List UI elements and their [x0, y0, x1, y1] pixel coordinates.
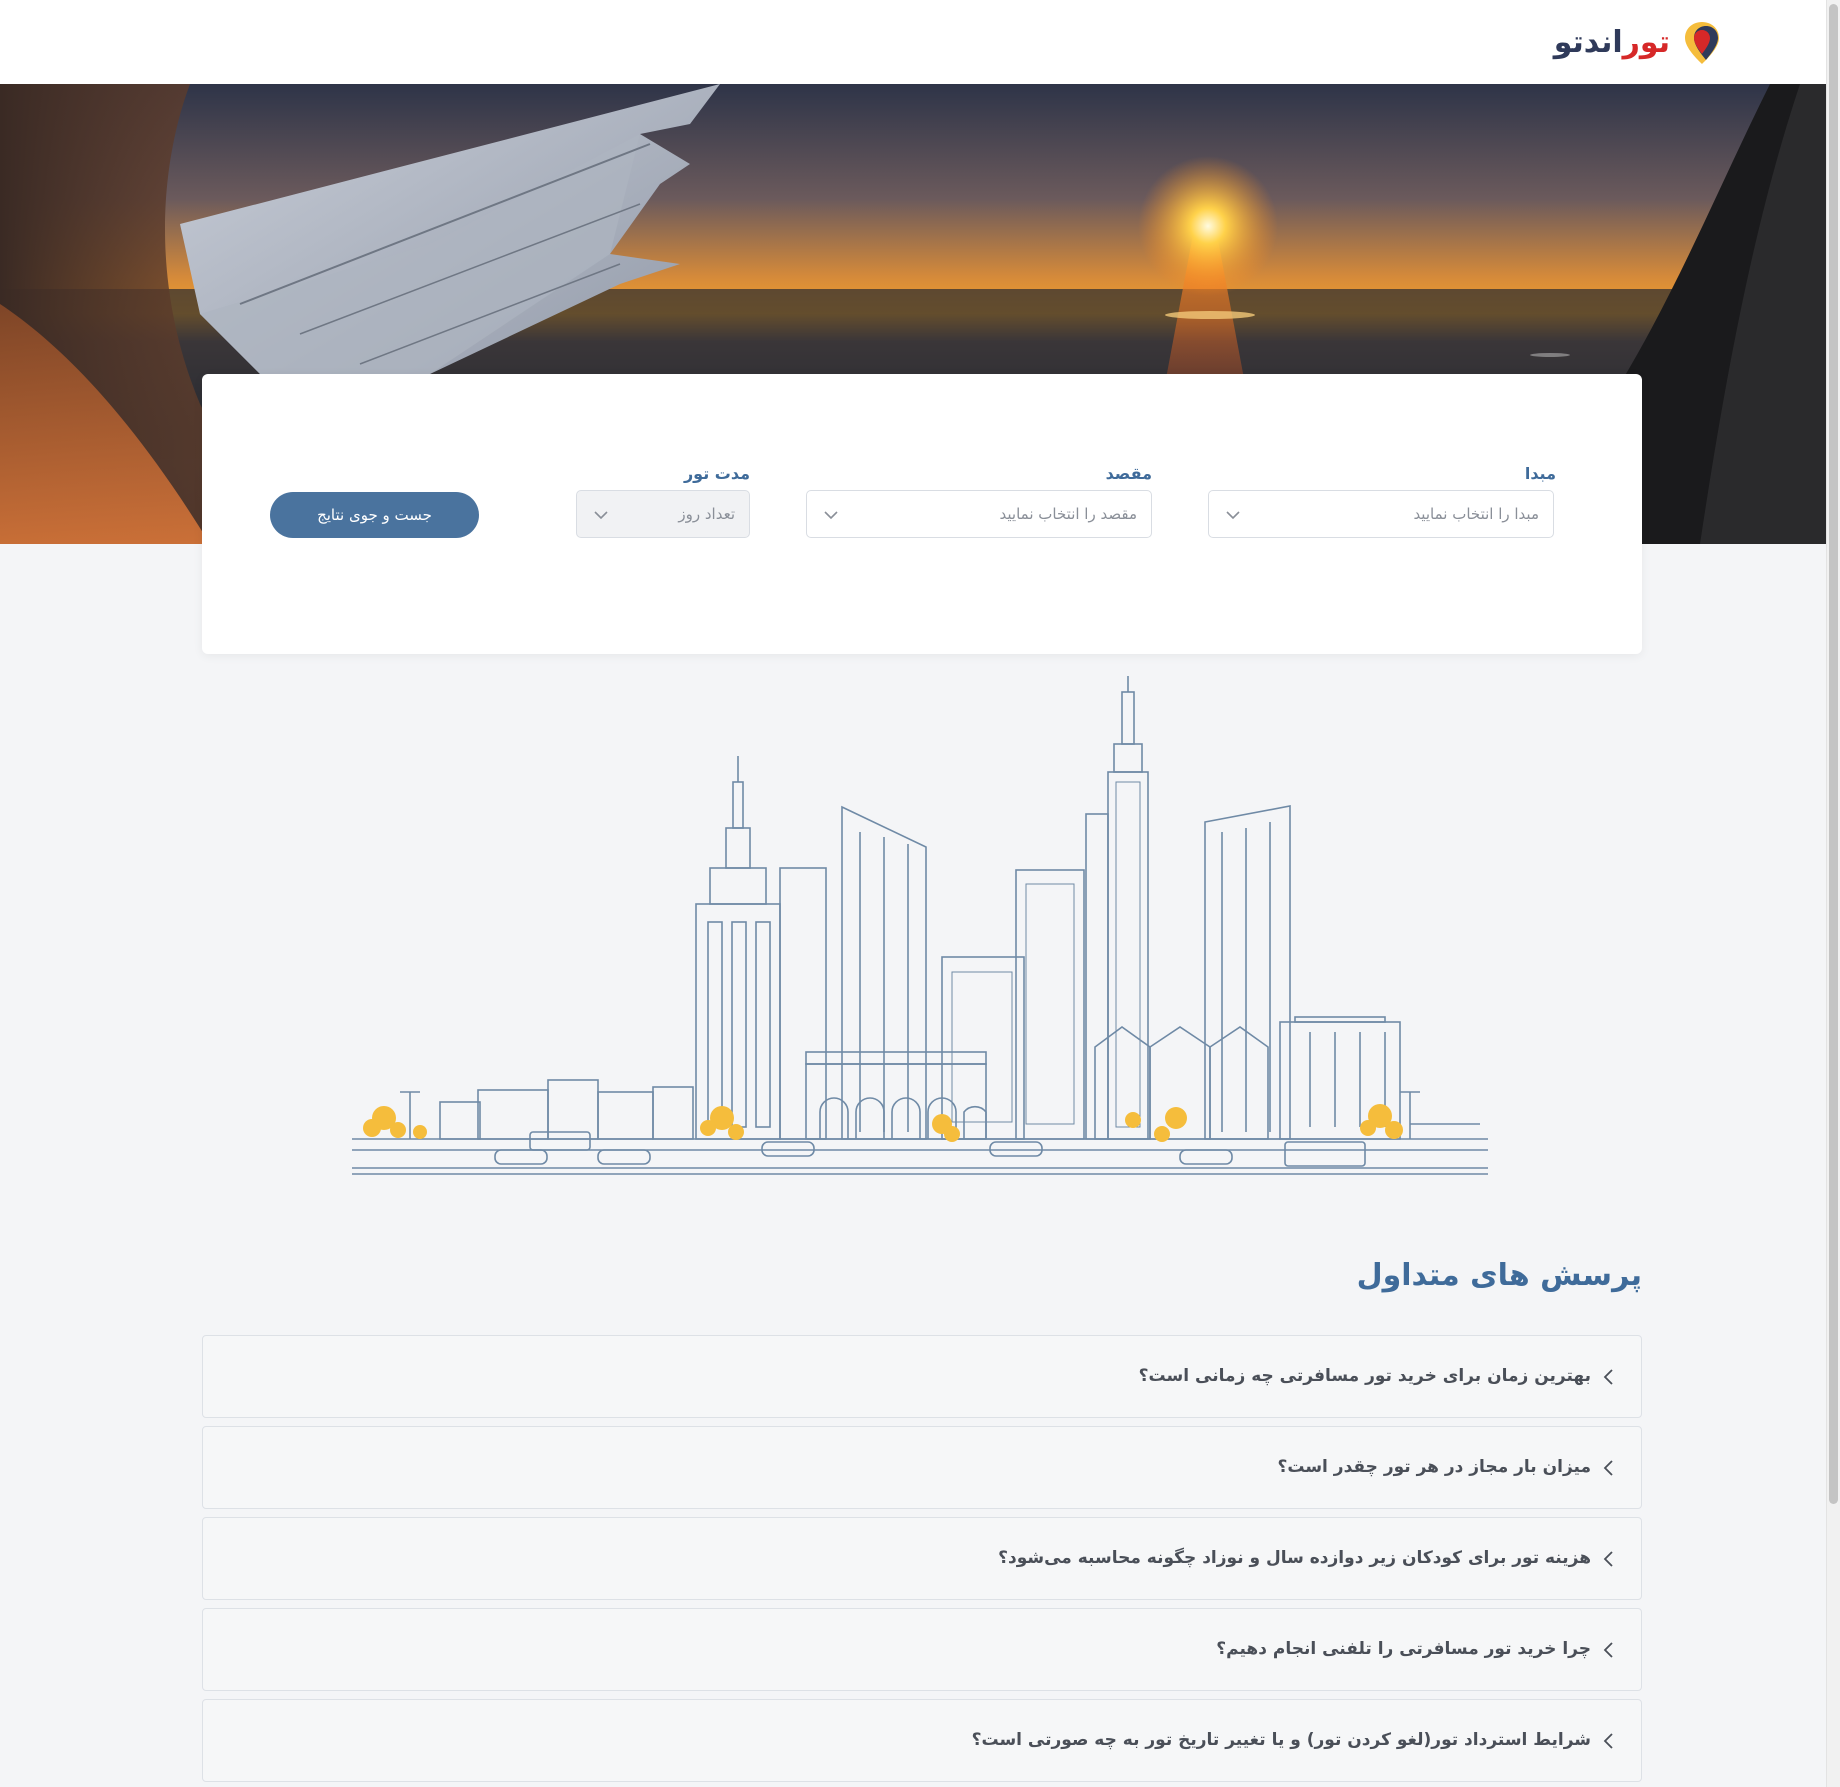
destination-placeholder: مقصد را انتخاب نمایید: [999, 505, 1137, 523]
destination-label: مقصد: [1105, 464, 1152, 483]
chevron-left-icon: [1603, 1733, 1613, 1749]
faq-item[interactable]: میزان بار مجاز در هر تور چقدر است؟: [202, 1426, 1642, 1509]
chevron-down-icon: [824, 511, 838, 520]
city-skyline-illustration: [352, 676, 1488, 1175]
search-results-button[interactable]: جست و جوی نتایج: [270, 492, 479, 538]
chevron-left-icon: [1603, 1369, 1613, 1385]
faq-item[interactable]: هزینه تور برای کودکان زیر دوازده سال و ن…: [202, 1517, 1642, 1600]
chevron-left-icon: [1603, 1460, 1613, 1476]
site-logo[interactable]: توراندتو: [1554, 18, 1724, 66]
chevron-down-icon: [1226, 511, 1240, 520]
duration-label: مدت تور: [683, 464, 750, 483]
faq-question: شرایط استرداد تور(لغو کردن تور) و یا تغی…: [971, 1730, 1591, 1750]
tour-search-form: مبدا مبدا را انتخاب نمایید مقصد مقصد را …: [202, 374, 1642, 654]
logo-wordmark: توراندتو: [1553, 24, 1671, 60]
origin-select[interactable]: مبدا را انتخاب نمایید: [1208, 490, 1554, 538]
faq-item[interactable]: شرایط استرداد تور(لغو کردن تور) و یا تغی…: [202, 1699, 1642, 1782]
destination-select[interactable]: مقصد را انتخاب نمایید: [806, 490, 1152, 538]
logo-text-part1: تور: [1622, 24, 1671, 60]
logo-text-part2: اندتو: [1553, 24, 1624, 60]
page: توراندتو مبدا مبدا را انتخاب نمایید مقصد…: [0, 0, 1840, 1787]
origin-label: مبدا: [1524, 464, 1556, 483]
top-navbar: توراندتو: [0, 0, 1840, 84]
faq-item[interactable]: بهترین زمان برای خرید تور مسافرتی چه زما…: [202, 1335, 1642, 1418]
faq-question: هزینه تور برای کودکان زیر دوازده سال و ن…: [998, 1548, 1591, 1568]
page-scrollbar[interactable]: [1826, 0, 1840, 1787]
faq-list: بهترین زمان برای خرید تور مسافرتی چه زما…: [202, 1335, 1642, 1787]
chevron-left-icon: [1603, 1551, 1613, 1567]
scrollbar-thumb[interactable]: [1829, 4, 1838, 1504]
faq-item[interactable]: چرا خرید تور مسافرتی را تلفنی انجام دهیم…: [202, 1608, 1642, 1691]
faq-question: چرا خرید تور مسافرتی را تلفنی انجام دهیم…: [1216, 1639, 1591, 1659]
origin-placeholder: مبدا را انتخاب نمایید: [1413, 505, 1539, 523]
duration-placeholder: تعداد روز: [678, 505, 735, 523]
faq-question: بهترین زمان برای خرید تور مسافرتی چه زما…: [1138, 1366, 1591, 1386]
chevron-left-icon: [1603, 1642, 1613, 1658]
chevron-down-icon: [594, 511, 608, 520]
faq-heading: پرسش های متداول: [1356, 1258, 1642, 1293]
faq-question: میزان بار مجاز در هر تور چقدر است؟: [1277, 1457, 1591, 1477]
duration-select[interactable]: تعداد روز: [576, 490, 750, 538]
map-pin-icon: [1685, 22, 1719, 64]
